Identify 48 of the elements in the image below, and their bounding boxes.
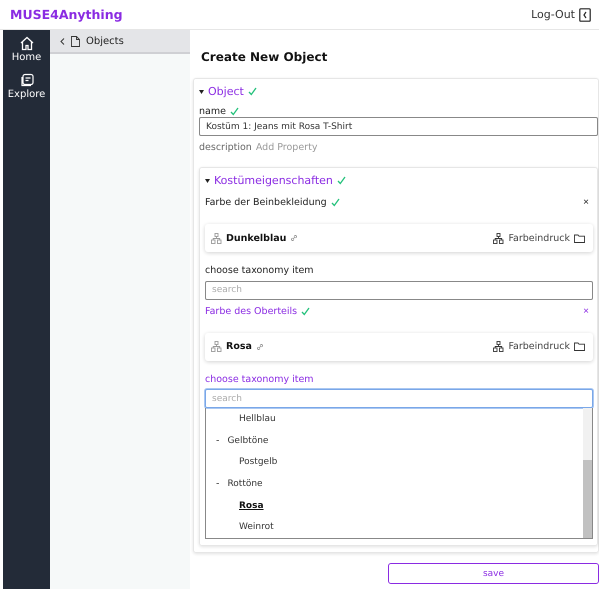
- bullet-dash: -: [216, 478, 220, 490]
- field-label: choose taxonomy item: [205, 265, 314, 276]
- caret-icon[interactable]: [205, 178, 210, 182]
- item-name: Rosa: [226, 341, 252, 352]
- taxonomy-name: Farbeindruck: [508, 341, 570, 352]
- nav-item[interactable]: Explore: [4, 71, 48, 102]
- option-item[interactable]: Rosa: [239, 500, 264, 511]
- remove-button[interactable]: ×: [583, 306, 589, 316]
- nav-item[interactable]: Home: [8, 34, 44, 65]
- scrollbar[interactable]: [583, 408, 592, 538]
- option-group[interactable]: Gelbtöne: [227, 436, 268, 446]
- caret-icon[interactable]: [199, 90, 204, 94]
- search-field[interactable]: search: [205, 389, 593, 408]
- document-icon: [71, 36, 80, 46]
- name-field[interactable]: Kostüm 1: Jeans mit Rosa T-Shirt: [199, 117, 598, 136]
- cards-icon: [18, 73, 34, 88]
- home-icon: [18, 36, 34, 51]
- save-button[interactable]: save: [388, 563, 599, 584]
- folder-icon[interactable]: [574, 234, 585, 242]
- link-icon[interactable]: [290, 234, 298, 242]
- section-title[interactable]: Object: [208, 85, 244, 98]
- logout-button[interactable]: Log-Out: [531, 8, 591, 22]
- breadcrumb-item[interactable]: Objects: [86, 36, 124, 46]
- field-label: choose taxonomy item: [205, 374, 314, 384]
- property-label: Farbe des Oberteils: [205, 306, 298, 316]
- hierarchy-icon: [493, 341, 504, 352]
- search-field[interactable]: search: [205, 280, 593, 300]
- folder-icon[interactable]: [574, 342, 585, 351]
- option-item[interactable]: Postgelb: [239, 457, 278, 468]
- option-item[interactable]: Hellblau: [239, 414, 276, 424]
- page-title: Create New Object: [201, 50, 328, 64]
- link-icon[interactable]: [256, 342, 264, 350]
- taxonomy-name: Farbeindruck: [508, 232, 570, 244]
- property-label: Farbe der Beinbekleidung: [205, 197, 327, 208]
- field-label: description: [199, 142, 252, 153]
- back-icon[interactable]: [60, 38, 65, 44]
- item-name: Dunkelblau: [226, 232, 286, 244]
- option-group[interactable]: Rottöne: [227, 478, 263, 489]
- hierarchy-icon: [211, 341, 222, 352]
- field-label: name: [199, 106, 226, 117]
- app-title: MUSE4Anything: [10, 7, 123, 22]
- hierarchy-icon: [493, 232, 504, 244]
- remove-button[interactable]: ×: [583, 197, 589, 208]
- option-item[interactable]: Weinrot: [239, 522, 274, 532]
- bullet-dash: -: [216, 435, 220, 446]
- hierarchy-icon: [211, 232, 222, 244]
- section-title[interactable]: Kostümeigenschaften: [214, 174, 333, 187]
- logout-icon: [579, 8, 591, 22]
